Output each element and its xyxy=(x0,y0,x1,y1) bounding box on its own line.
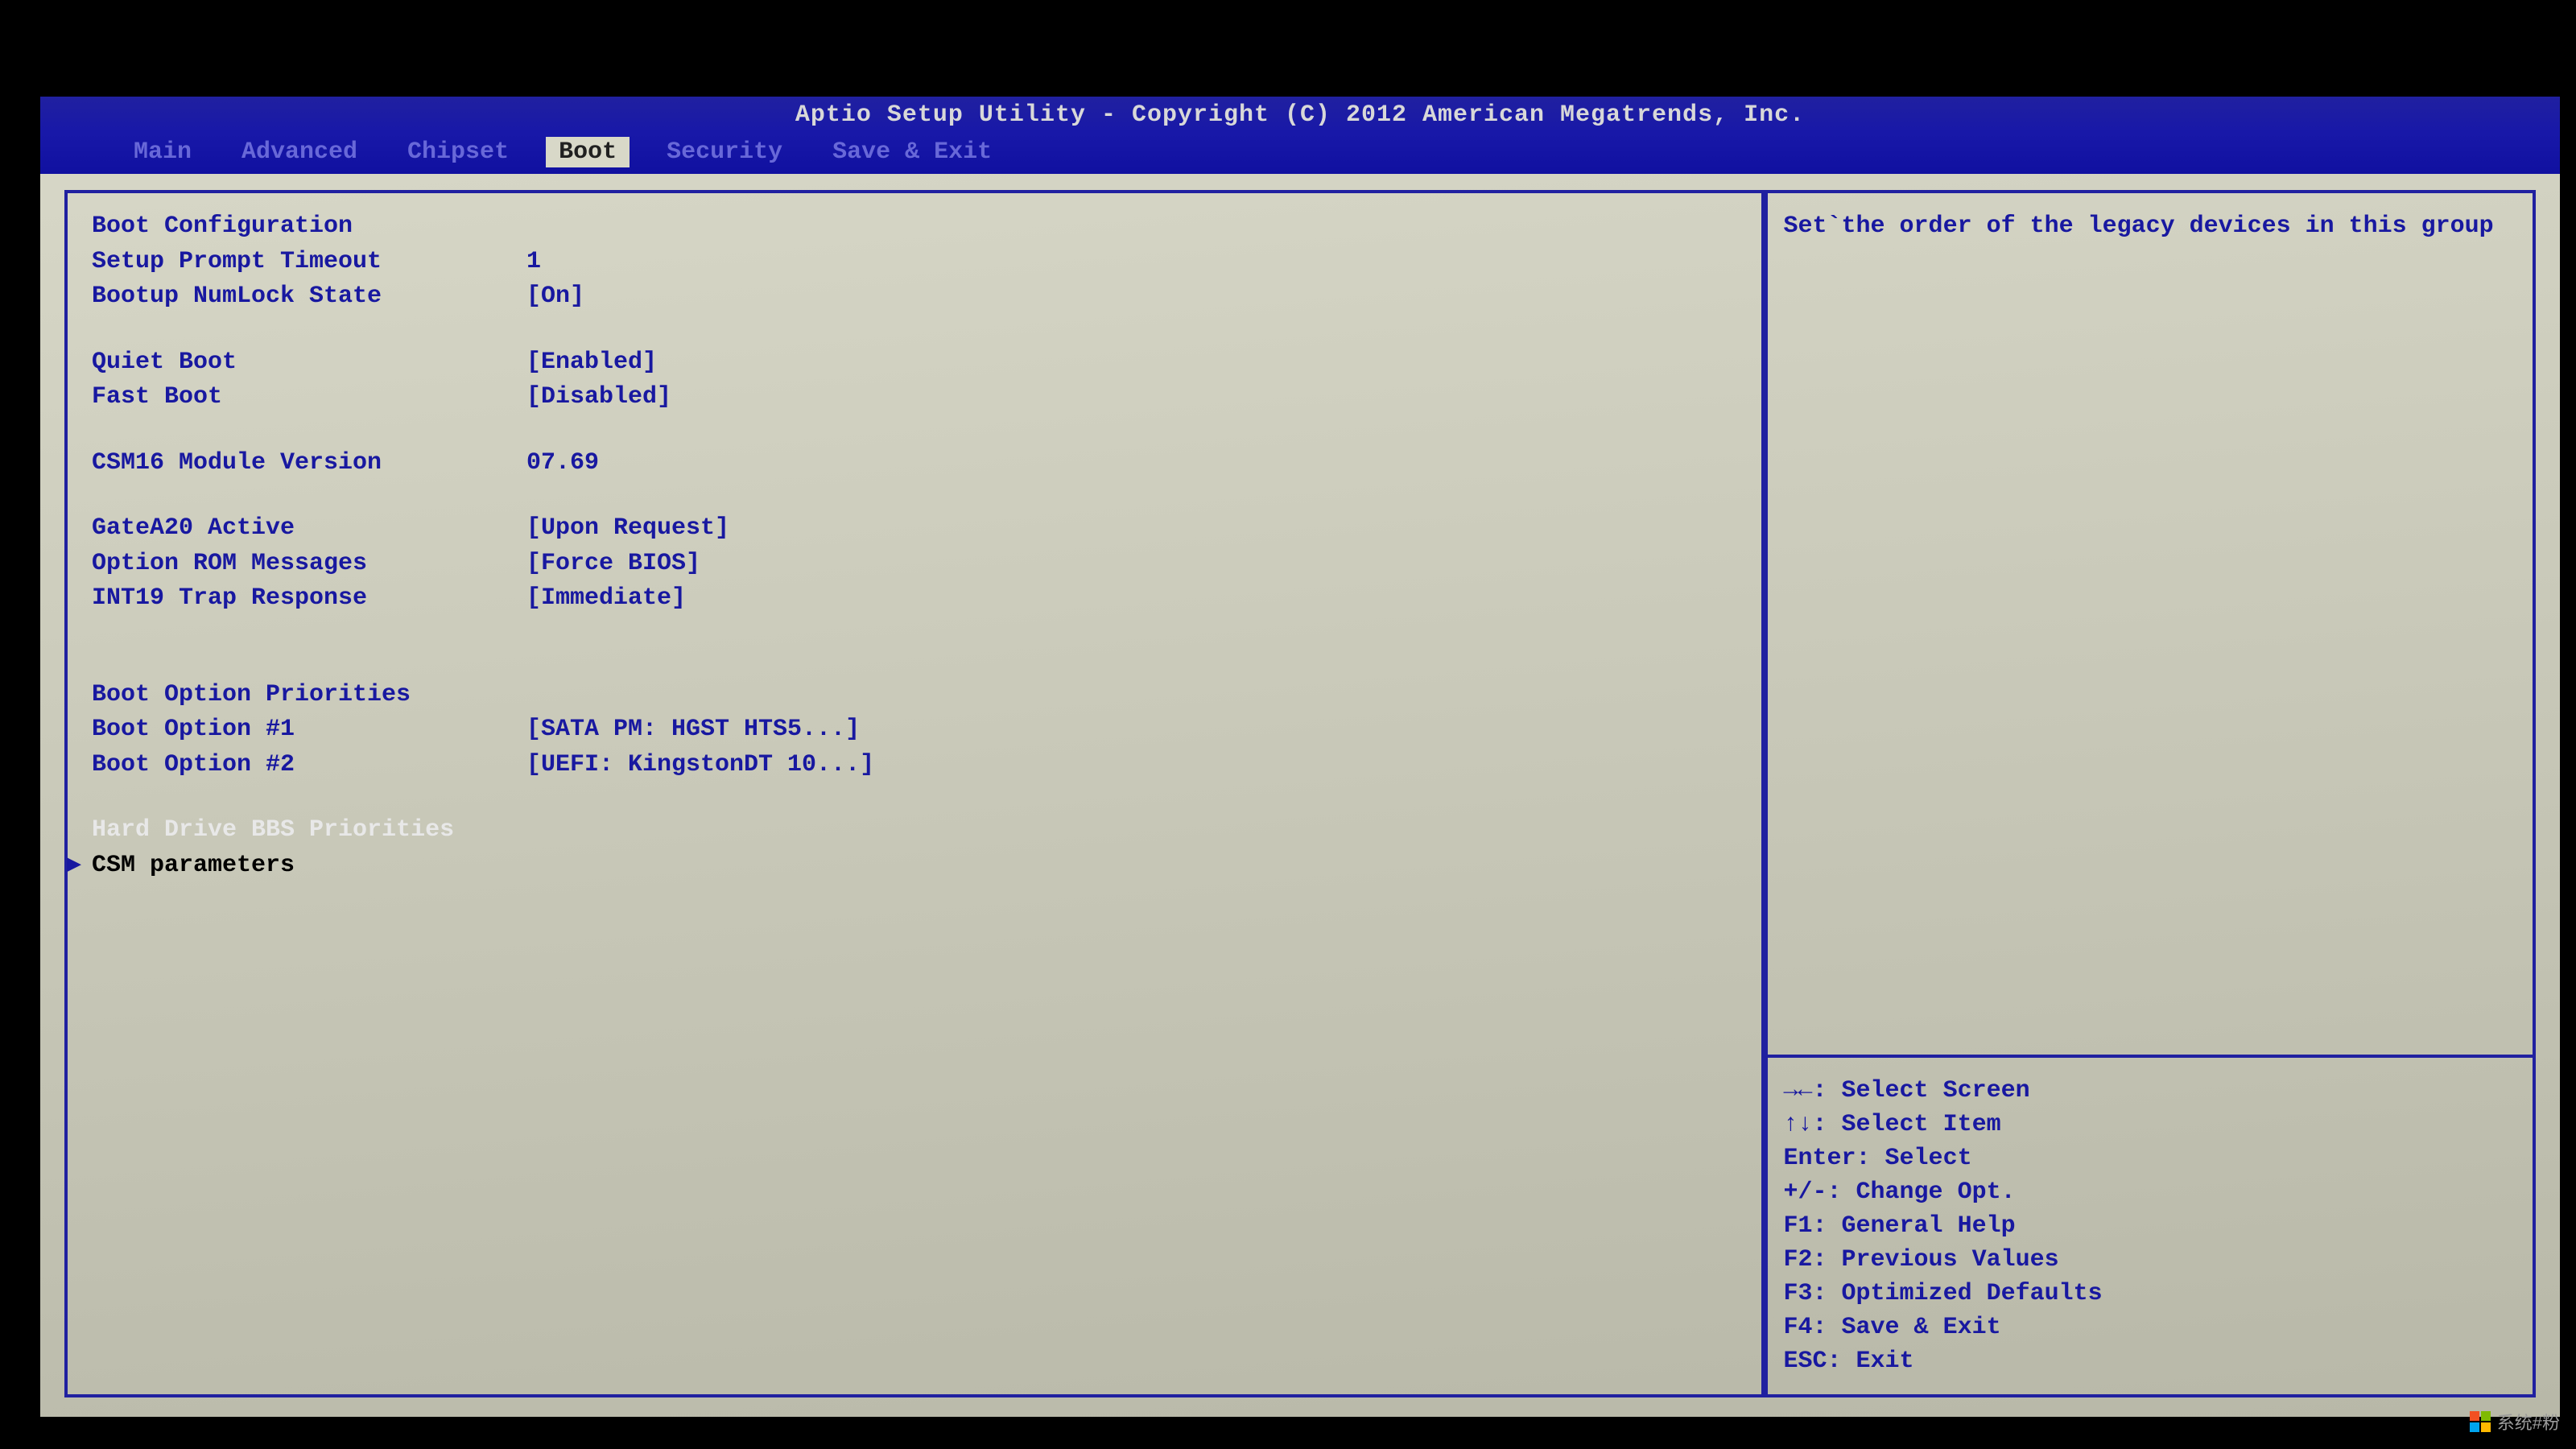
setup-prompt-value: 1 xyxy=(526,245,541,280)
title-bar: Aptio Setup Utility - Copyright (C) 2012… xyxy=(40,97,2560,134)
key-enter: Enter: Select xyxy=(1784,1141,2516,1175)
int19-label: INT19 Trap Response xyxy=(92,581,526,617)
boot-opt1-value: [SATA PM: HGST HTS5...] xyxy=(526,712,860,748)
side-panel: Set`the order of the legacy devices in t… xyxy=(1765,190,2536,1397)
bootup-numlock[interactable]: Bootup NumLock State [On] xyxy=(92,279,1737,315)
tab-bar: Main Advanced Chipset Boot Security Save… xyxy=(40,134,2560,174)
spacer xyxy=(92,782,1737,813)
spacer xyxy=(92,647,1737,678)
key-help: →←: Select Screen ↑↓: Select Item Enter:… xyxy=(1768,1055,2533,1394)
hdd-bbs-label: Hard Drive BBS Priorities xyxy=(92,813,454,848)
key-select-screen: →←: Select Screen xyxy=(1784,1074,2516,1108)
tab-save-exit[interactable]: Save & Exit xyxy=(819,137,1005,167)
tab-boot[interactable]: Boot xyxy=(546,137,630,167)
key-f2: F2: Previous Values xyxy=(1784,1243,2516,1277)
quiet-boot-label: Quiet Boot xyxy=(92,345,526,381)
boot-opt1-label: Boot Option #1 xyxy=(92,712,526,748)
setup-prompt-label: Setup Prompt Timeout xyxy=(92,245,526,280)
watermark: 系统#粉 xyxy=(2470,1409,2560,1435)
fast-boot-value: [Disabled] xyxy=(526,380,671,415)
key-f3: F3: Optimized Defaults xyxy=(1784,1277,2516,1311)
int19[interactable]: INT19 Trap Response [Immediate] xyxy=(92,581,1737,617)
key-change: +/-: Change Opt. xyxy=(1784,1175,2516,1209)
key-esc: ESC: Exit xyxy=(1784,1344,2516,1378)
boot-opt2-label: Boot Option #2 xyxy=(92,748,526,783)
gatea20-label: GateA20 Active xyxy=(92,511,526,547)
fast-boot-label: Fast Boot xyxy=(92,380,526,415)
tab-advanced[interactable]: Advanced xyxy=(229,137,370,167)
fast-boot[interactable]: Fast Boot [Disabled] xyxy=(92,380,1737,415)
gatea20-value: [Upon Request] xyxy=(526,511,729,547)
bootup-numlock-value: [On] xyxy=(526,279,584,315)
option-rom-value: [Force BIOS] xyxy=(526,547,700,582)
title-text: Aptio Setup Utility - Copyright (C) 2012… xyxy=(795,101,1805,129)
key-select-item: ↑↓: Select Item xyxy=(1784,1108,2516,1141)
boot-config-header: Boot Configuration xyxy=(92,209,1737,245)
bios-screen: Aptio Setup Utility - Copyright (C) 2012… xyxy=(40,97,2560,1417)
tab-main[interactable]: Main xyxy=(121,137,204,167)
content-area: Boot Configuration Setup Prompt Timeout … xyxy=(40,174,2560,1414)
spacer xyxy=(92,415,1737,446)
spacer xyxy=(92,481,1737,511)
option-rom-label: Option ROM Messages xyxy=(92,547,526,582)
quiet-boot[interactable]: Quiet Boot [Enabled] xyxy=(92,345,1737,381)
csm16-value: 07.69 xyxy=(526,446,599,481)
csm-parameters[interactable]: ▶ CSM parameters xyxy=(56,848,1737,884)
spacer xyxy=(92,315,1737,345)
hdd-bbs-priorities[interactable]: Hard Drive BBS Priorities xyxy=(56,813,1737,848)
key-f1: F1: General Help xyxy=(1784,1209,2516,1243)
boot-priorities-header: Boot Option Priorities xyxy=(92,678,1737,713)
csm-params-label: CSM parameters xyxy=(92,848,295,884)
boot-option-2[interactable]: Boot Option #2 [UEFI: KingstonDT 10...] xyxy=(92,748,1737,783)
tab-chipset[interactable]: Chipset xyxy=(394,137,522,167)
watermark-text: 系统#粉 xyxy=(2497,1409,2560,1435)
option-rom[interactable]: Option ROM Messages [Force BIOS] xyxy=(92,547,1737,582)
int19-value: [Immediate] xyxy=(526,581,686,617)
quiet-boot-value: [Enabled] xyxy=(526,345,657,381)
boot-opt2-value: [UEFI: KingstonDT 10...] xyxy=(526,748,874,783)
watermark-logo-icon xyxy=(2470,1411,2491,1432)
csm16-version: CSM16 Module Version 07.69 xyxy=(92,446,1737,481)
tab-security[interactable]: Security xyxy=(654,137,795,167)
key-f4: F4: Save & Exit xyxy=(1784,1311,2516,1344)
bootup-numlock-label: Bootup NumLock State xyxy=(92,279,526,315)
setup-prompt-timeout[interactable]: Setup Prompt Timeout 1 xyxy=(92,245,1737,280)
gatea20[interactable]: GateA20 Active [Upon Request] xyxy=(92,511,1737,547)
context-help: Set`the order of the legacy devices in t… xyxy=(1768,193,2533,1055)
spacer xyxy=(92,617,1737,647)
csm16-label: CSM16 Module Version xyxy=(92,446,526,481)
boot-option-1[interactable]: Boot Option #1 [SATA PM: HGST HTS5...] xyxy=(92,712,1737,748)
main-panel: Boot Configuration Setup Prompt Timeout … xyxy=(64,190,1765,1397)
arrow-right-icon: ▶ xyxy=(56,848,92,884)
